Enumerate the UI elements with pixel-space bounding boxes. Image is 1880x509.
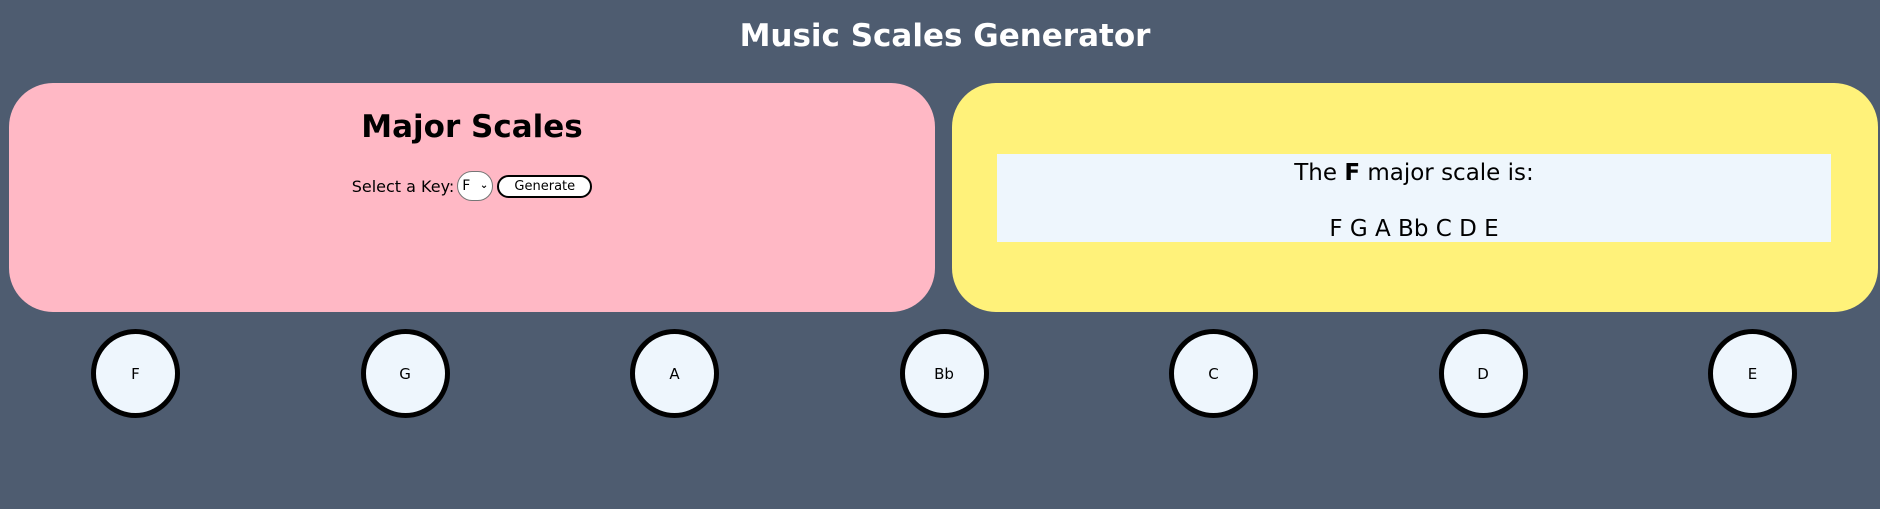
key-controls: Select a Key: F ⌄ Generate bbox=[9, 171, 935, 201]
generate-button[interactable]: Generate bbox=[497, 174, 593, 198]
note-circle: G bbox=[360, 329, 450, 418]
note-circle: D bbox=[1438, 329, 1528, 418]
result-prefix: The bbox=[1294, 160, 1345, 186]
result-suffix: major scale is: bbox=[1360, 160, 1534, 186]
select-key-label: Select a Key: bbox=[351, 176, 455, 196]
page-title: Music Scales Generator bbox=[739, 18, 1151, 54]
note-circle: F bbox=[91, 329, 180, 418]
major-scales-panel: Major Scales Select a Key: F ⌄ Generate bbox=[9, 83, 935, 312]
selected-key-value: F bbox=[462, 178, 471, 194]
note-circle: C bbox=[1169, 329, 1258, 418]
result-line: The F major scale is: bbox=[997, 160, 1831, 186]
key-select[interactable]: F ⌄ bbox=[457, 171, 494, 201]
result-notes: F G A Bb C D E bbox=[1329, 216, 1499, 242]
note-circle: E bbox=[1708, 329, 1797, 418]
chevron-down-icon: ⌄ bbox=[479, 180, 489, 191]
scale-result-panel: The F major scale is: F G A Bb C D E bbox=[952, 83, 1878, 312]
result-box: The F major scale is: F G A Bb C D E bbox=[997, 154, 1831, 242]
panel-heading: Major Scales bbox=[361, 109, 583, 145]
result-key: F bbox=[1344, 160, 1361, 186]
note-circle: A bbox=[630, 329, 719, 418]
note-circle: Bb bbox=[899, 329, 989, 418]
